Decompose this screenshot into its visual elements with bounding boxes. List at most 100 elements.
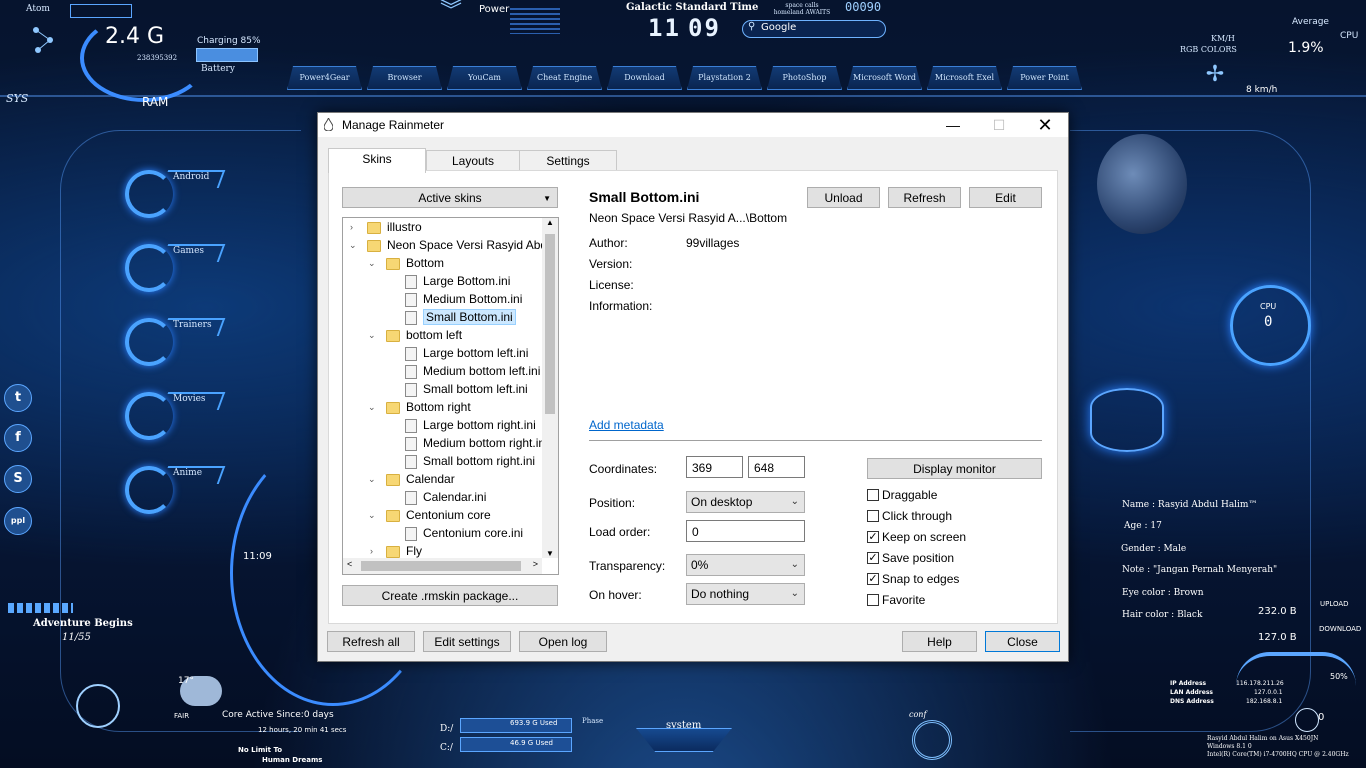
collapse-icon[interactable]: ⌄	[368, 402, 376, 413]
twitter-icon[interactable]: t	[4, 384, 32, 412]
close-window-button[interactable]: ✕	[1022, 113, 1068, 137]
left-button-android[interactable]: Android	[125, 170, 226, 220]
title-bar[interactable]: Manage Rainmeter — ☐ ✕	[318, 113, 1068, 137]
tree-item[interactable]: Calendar	[386, 470, 455, 488]
nav-microsoft-word[interactable]: Microsoft Word	[847, 66, 922, 90]
keep-on-screen-checkbox[interactable]: ✓	[867, 531, 879, 543]
skins-tree[interactable]: › illustro ⌄ Neon Space Versi Rasyid Abd…	[342, 217, 559, 575]
tree-item[interactable]: bottom left	[386, 326, 462, 344]
tree-item[interactable]: Medium bottom left.ini	[405, 362, 540, 380]
nav-download[interactable]: Download	[607, 66, 682, 90]
collapse-icon[interactable]: ⌄	[368, 474, 376, 485]
ram-sub: 238395392	[137, 54, 178, 62]
scroll-down-icon[interactable]: ▼	[546, 549, 554, 558]
collapse-icon[interactable]: ⌄	[368, 258, 376, 269]
cpu-ring-value: 0	[1264, 314, 1273, 330]
create-rmskin-button[interactable]: Create .rmskin package...	[342, 585, 558, 606]
search-input[interactable]: ⚲ Google	[742, 20, 886, 38]
on-hover-select[interactable]: Do nothing ⌄	[686, 583, 805, 605]
edit-settings-button[interactable]: Edit settings	[423, 631, 511, 652]
unload-button[interactable]: Unload	[807, 187, 880, 208]
tree-item[interactable]: Centonium core.ini	[405, 524, 523, 542]
tree-vertical-scrollbar[interactable]: ▲ ▼	[542, 218, 558, 558]
position-select[interactable]: On desktop ⌄	[686, 491, 805, 513]
nav-youcam[interactable]: YouCam	[447, 66, 522, 90]
ini-file-icon	[405, 346, 417, 361]
collapse-icon[interactable]: ⌄	[349, 240, 357, 251]
nav-photoshop[interactable]: PhotoShop	[767, 66, 842, 90]
scroll-up-icon[interactable]: ▲	[546, 218, 554, 227]
tree-item[interactable]: Large bottom left.ini	[405, 344, 528, 362]
folder-icon	[386, 401, 400, 414]
collapse-icon[interactable]: ⌄	[368, 510, 376, 521]
chevron-down-icon: ⌄	[790, 496, 799, 507]
tree-item[interactable]: Large Bottom.ini	[405, 272, 510, 290]
nav-playstation[interactable]: Playstation 2	[687, 66, 762, 90]
collapse-icon[interactable]: ⌄	[368, 330, 376, 341]
left-button-anime[interactable]: Anime	[125, 466, 226, 516]
expand-icon[interactable]: ›	[370, 546, 373, 556]
divider	[589, 440, 1042, 441]
left-button-games[interactable]: Games	[125, 244, 226, 294]
minimize-button[interactable]: —	[930, 113, 976, 137]
tab-settings[interactable]: Settings	[519, 150, 617, 171]
tree-item-selected[interactable]: Small Bottom.ini	[405, 308, 516, 326]
snap-to-edges-checkbox[interactable]: ✓	[867, 573, 879, 585]
display-monitor-button[interactable]: Display monitor	[867, 458, 1042, 479]
scroll-right-icon[interactable]: >	[533, 559, 538, 569]
tree-item[interactable]: Calendar.ini	[405, 488, 486, 506]
open-log-button[interactable]: Open log	[519, 631, 607, 652]
facebook-icon[interactable]: f	[4, 424, 32, 452]
tree-item[interactable]: Large bottom right.ini	[405, 416, 536, 434]
ini-file-icon	[405, 274, 417, 289]
tree-item[interactable]: Small bottom right.ini	[405, 452, 535, 470]
tree-horizontal-scrollbar[interactable]: < >	[343, 558, 542, 574]
tree-item-label: Centonium core	[406, 508, 491, 522]
tab-skins[interactable]: Skins	[328, 148, 426, 173]
tree-item[interactable]: Medium bottom right.ini	[405, 434, 548, 452]
nav-browser[interactable]: Browser	[367, 66, 442, 90]
expand-icon[interactable]: ›	[350, 222, 353, 232]
edit-button[interactable]: Edit	[969, 187, 1042, 208]
people-icon[interactable]: ppl	[4, 507, 32, 535]
scroll-thumb[interactable]	[361, 561, 521, 571]
tree-item[interactable]: Bottom right	[386, 398, 471, 416]
refresh-all-button[interactable]: Refresh all	[327, 631, 415, 652]
close-button[interactable]: Close	[985, 631, 1060, 652]
transparency-select[interactable]: 0% ⌄	[686, 554, 805, 576]
active-skins-button[interactable]: Active skins ▼	[342, 187, 558, 208]
scroll-thumb[interactable]	[545, 234, 555, 414]
skype-icon[interactable]: S	[4, 465, 32, 493]
nav-power4gear[interactable]: Power4Gear	[287, 66, 362, 90]
coord-x-input[interactable]: 369	[686, 456, 743, 478]
refresh-button[interactable]: Refresh	[888, 187, 961, 208]
tree-item[interactable]: Bottom	[386, 254, 444, 272]
tab-layouts[interactable]: Layouts	[426, 150, 520, 171]
zero-value: 0	[1318, 712, 1325, 723]
dropdown-arrow-icon: ▼	[543, 194, 551, 203]
on-hover-value: Do nothing	[691, 587, 750, 601]
left-button-trainers[interactable]: Trainers	[125, 318, 226, 368]
ip-value: 116.178.211.26	[1236, 680, 1284, 687]
help-button[interactable]: Help	[902, 631, 977, 652]
tree-item[interactable]: Small bottom left.ini	[405, 380, 528, 398]
draggable-checkbox[interactable]	[867, 489, 879, 501]
tree-item[interactable]: Centonium core	[386, 506, 491, 524]
core-active: Core Active Since:0 days	[222, 710, 334, 720]
nav-cheat-engine[interactable]: Cheat Engine	[527, 66, 602, 90]
maximize-button[interactable]: ☐	[976, 113, 1022, 137]
click-through-checkbox[interactable]	[867, 510, 879, 522]
tree-item[interactable]: illustro	[367, 218, 422, 236]
scroll-left-icon[interactable]: <	[347, 559, 352, 569]
coord-y-input[interactable]: 648	[748, 456, 805, 478]
favorite-checkbox[interactable]	[867, 594, 879, 606]
nav-power-point[interactable]: Power Point	[1007, 66, 1082, 90]
tree-item[interactable]: Medium Bottom.ini	[405, 290, 522, 308]
load-order-input[interactable]: 0	[686, 520, 805, 542]
save-position-checkbox[interactable]: ✓	[867, 552, 879, 564]
tree-item-label: Bottom right	[406, 400, 471, 414]
tree-item[interactable]: Neon Space Versi Rasyid Abdul	[367, 236, 556, 254]
add-metadata-link[interactable]: Add metadata	[589, 418, 664, 432]
nav-microsoft-excel[interactable]: Microsoft Exel	[927, 66, 1002, 90]
left-button-movies[interactable]: Movies	[125, 392, 226, 442]
